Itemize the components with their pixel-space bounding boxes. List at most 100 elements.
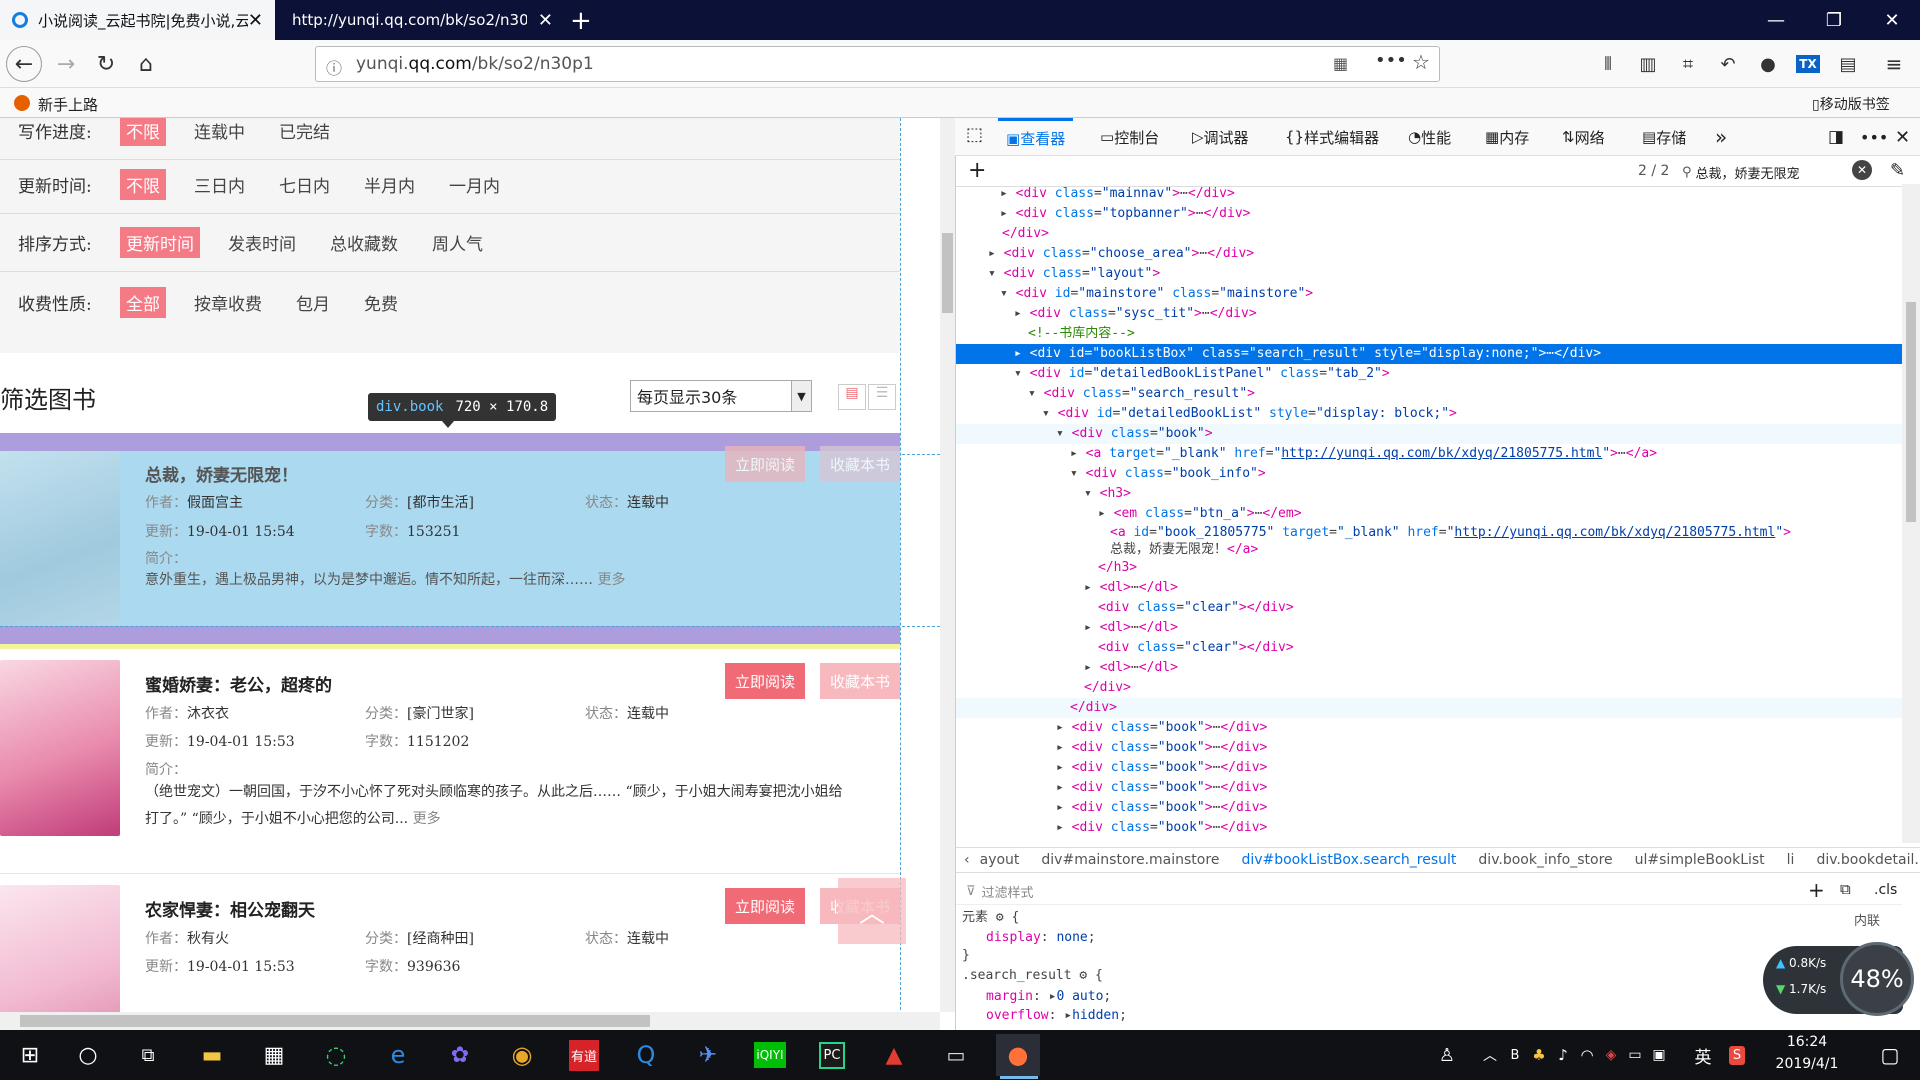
tab-inactive[interactable]: http://yunqi.qq.com/bk/so2/n30 ✕ <box>280 0 565 40</box>
add-node-icon[interactable]: + <box>968 158 986 183</box>
property-value[interactable]: none <box>1056 930 1087 945</box>
page-hscrollbar[interactable] <box>0 1012 940 1030</box>
book-title[interactable]: 总裁，娇妻无限宠！ <box>145 461 298 486</box>
library-icon[interactable]: ⫴ <box>1590 46 1626 82</box>
add-rule-icon[interactable]: + <box>1808 878 1825 902</box>
book-cover[interactable] <box>0 451 120 626</box>
home-icon[interactable]: ⌂ <box>128 46 164 82</box>
sogou-ime-icon[interactable]: S <box>1724 1034 1750 1076</box>
more-link[interactable]: 更多 <box>413 811 441 827</box>
iqiyi-icon[interactable]: iQIYI <box>748 1034 792 1076</box>
filter-option[interactable]: 包月 <box>290 287 336 318</box>
filter-option[interactable]: 总收藏数 <box>324 227 404 258</box>
dom-node[interactable]: <a id="book_21805775" target="_blank" hr… <box>956 524 1902 558</box>
breadcrumb-item[interactable]: div#mainstore.mainstore <box>1041 852 1219 868</box>
url-bar[interactable]: yunqi. qq.com/bk/so2/n30p1 <box>315 46 1440 82</box>
book-title[interactable]: 蜜婚娇妻：老公，超疼的 <box>145 671 332 696</box>
dom-node[interactable]: ▸ <a target="_blank" href="http://yunqi.… <box>956 444 1902 464</box>
restore-icon[interactable]: ❐ <box>1806 0 1862 40</box>
devtools-tab-performance[interactable]: ◔ 性能 <box>1408 118 1451 156</box>
dom-node[interactable]: ▾ <div class="layout"> <box>956 264 1902 284</box>
pseudo-class-icon[interactable]: ⧉ <box>1840 880 1851 898</box>
dom-node[interactable]: </div> <box>956 698 1902 718</box>
task-view-icon[interactable]: ⧉ <box>126 1034 170 1076</box>
dom-node[interactable]: ▸ <div class="sysc_tit">⋯</div> <box>956 304 1902 324</box>
bookmark-newbie[interactable]: 新手上路 <box>38 94 98 115</box>
page-vscroll-thumb[interactable] <box>942 233 953 313</box>
devtools-tab-network[interactable]: ⇅ 网络 <box>1562 118 1605 156</box>
page-hscroll-thumb[interactable] <box>20 1015 650 1027</box>
filter-option[interactable]: 不限 <box>120 169 166 200</box>
chat-icon[interactable]: ● <box>1750 46 1786 82</box>
filter-option[interactable]: 更新时间 <box>120 227 200 258</box>
menu-icon[interactable]: ≡ <box>1876 46 1912 82</box>
filter-option[interactable]: 三日内 <box>188 169 251 200</box>
tab-active[interactable]: 小说阅读_云起书院|免费小说,云 ✕ <box>0 0 275 40</box>
back-icon[interactable]: ← <box>6 46 42 82</box>
dom-node[interactable]: ▸ <div class="topbanner">⋯</div> <box>956 204 1902 224</box>
dom-node[interactable]: ▸ <div class="book">⋯</div> <box>956 738 1902 758</box>
category-value[interactable]: [都市生活] <box>407 495 474 511</box>
devtools-menu-icon[interactable]: ••• <box>1860 118 1888 156</box>
pycharm-icon[interactable]: PC <box>810 1034 854 1076</box>
wifi-icon[interactable]: ◠ <box>1576 1034 1598 1076</box>
dom-node[interactable]: ▾ <h3> <box>956 484 1902 504</box>
dom-node[interactable]: ▸ <div class="book">⋯</div> <box>956 798 1902 818</box>
dom-node[interactable]: ▸ <dl>⋯</dl> <box>956 618 1902 638</box>
baidu-netdisk-icon[interactable]: ✿ <box>438 1034 482 1076</box>
bookmark-star-icon[interactable]: ☆ <box>1412 50 1430 74</box>
dom-node[interactable]: </h3> <box>956 558 1902 578</box>
breadcrumb-item[interactable]: ayout <box>980 852 1020 868</box>
devtools-tab-style-editor[interactable]: {} 样式编辑器 <box>1285 118 1379 156</box>
dom-node[interactable]: ▾ <div id="detailedBookList" style="disp… <box>956 404 1902 424</box>
feishu-icon[interactable]: ✈ <box>686 1034 730 1076</box>
dom-node[interactable]: ▸ <div class="book">⋯</div> <box>956 818 1902 838</box>
breadcrumb-item[interactable]: div.bookdetail.bg <box>1816 852 1920 868</box>
category-value[interactable]: [豪门世家] <box>407 706 474 722</box>
per-page-select[interactable]: 每页显示30条 ▼ <box>630 380 812 412</box>
add-favorite-button[interactable]: 收藏本书 <box>820 663 900 699</box>
category-value[interactable]: [经商种田] <box>407 931 474 947</box>
filter-option[interactable]: 已完结 <box>273 118 336 146</box>
page-actions-icon[interactable]: ••• <box>1375 50 1407 71</box>
clock-date[interactable]: 2019/4/1 <box>1762 1056 1852 1072</box>
shield-icon[interactable]: ◈ <box>1600 1034 1622 1076</box>
dom-node[interactable]: ▾ <div class="search_result"> <box>956 384 1902 404</box>
pdf-reader-icon[interactable]: ▲ <box>872 1034 916 1076</box>
youdao-icon[interactable]: 有道 <box>562 1034 606 1076</box>
book-cover[interactable] <box>0 885 120 1030</box>
breadcrumb-back-icon[interactable]: ‹ <box>964 852 970 868</box>
filter-option[interactable]: 半月内 <box>358 169 421 200</box>
dom-node[interactable]: ▾ <div id="detailedBookListPanel" class=… <box>956 364 1902 384</box>
dom-comment[interactable]: <!--书库内容--> <box>956 324 1902 344</box>
volume-icon[interactable]: ♪ <box>1552 1034 1574 1076</box>
ime-language[interactable]: 英 <box>1690 1034 1716 1076</box>
forward-icon[interactable]: → <box>48 46 84 82</box>
dom-node[interactable]: ▸ <div class="book">⋯</div> <box>956 758 1902 778</box>
breadcrumb-item-selected[interactable]: div#bookListBox.search_result <box>1241 852 1456 868</box>
dom-node[interactable]: ▸ <div class="mainnav">⋯</div> <box>956 184 1902 204</box>
clock-time[interactable]: 16:24 <box>1762 1034 1852 1050</box>
dom-node[interactable]: ▸ <div class="book">⋯</div> <box>956 718 1902 738</box>
eyedropper-icon[interactable]: ✎ <box>1890 160 1905 181</box>
devtools-tab-debugger[interactable]: ▷ 调试器 <box>1192 118 1249 156</box>
list-view-icon[interactable]: ▤ <box>838 384 866 410</box>
qq-browser-icon[interactable]: Q <box>624 1034 668 1076</box>
windows-start-icon[interactable]: ⊞ <box>8 1034 52 1076</box>
author-value[interactable]: 假面宫主 <box>187 495 243 511</box>
qr-code-icon[interactable]: ▦ <box>1333 54 1348 73</box>
element-picker-icon[interactable]: ⬚ <box>966 124 983 145</box>
dock-icon[interactable]: ◨ <box>1828 118 1844 156</box>
filter-option[interactable]: 全部 <box>120 286 166 318</box>
rule-property[interactable]: margin: ▸0 auto; <box>986 987 1111 1007</box>
filter-option[interactable]: 不限 <box>120 118 166 146</box>
devtools-tab-storage[interactable]: ▤ 存储 <box>1642 118 1686 156</box>
undo-icon[interactable]: ↶ <box>1710 46 1746 82</box>
filter-option[interactable]: 按章收费 <box>188 287 268 318</box>
author-value[interactable]: 秋有火 <box>187 931 229 947</box>
add-favorite-button[interactable]: 收藏本书 <box>820 446 900 482</box>
dom-node-hovered[interactable]: ▾ <div class="book"> <box>956 424 1902 444</box>
more-tabs-icon[interactable]: » <box>1715 118 1727 156</box>
devtools-tab-inspector[interactable]: ▣ 查看器 <box>998 118 1074 156</box>
book-title[interactable]: 农家悍妻：相公宠翻天 <box>145 896 315 921</box>
